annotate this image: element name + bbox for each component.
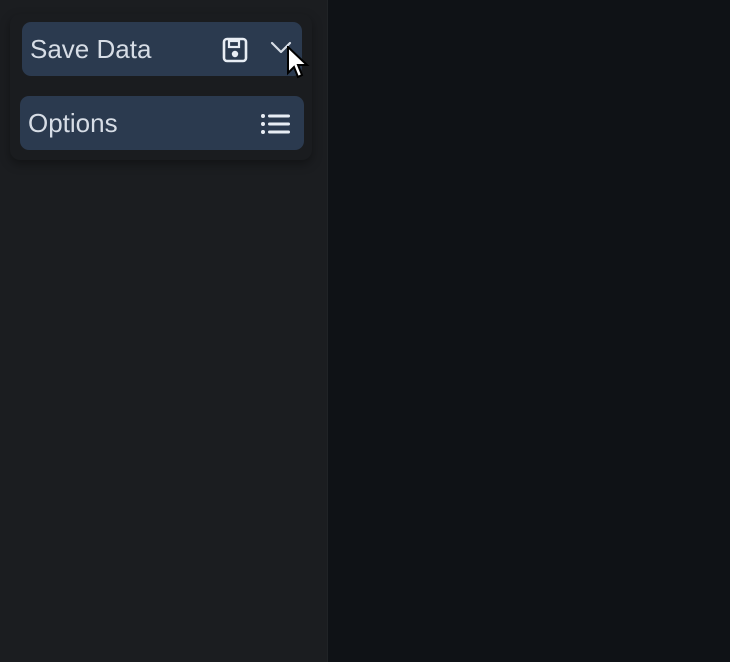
save-data-button[interactable]: Save Data <box>22 22 302 76</box>
save-icon <box>220 35 250 65</box>
options-label: Options <box>28 108 118 138</box>
action-menu: Save Data Options <box>10 14 312 160</box>
save-data-label: Save Data <box>30 34 152 64</box>
sidebar: Save Data Options <box>0 0 328 662</box>
chevron-down-icon[interactable] <box>270 39 292 57</box>
options-button[interactable]: Options <box>20 96 304 150</box>
page: Save Data Options <box>0 0 730 662</box>
list-icon <box>260 113 292 135</box>
